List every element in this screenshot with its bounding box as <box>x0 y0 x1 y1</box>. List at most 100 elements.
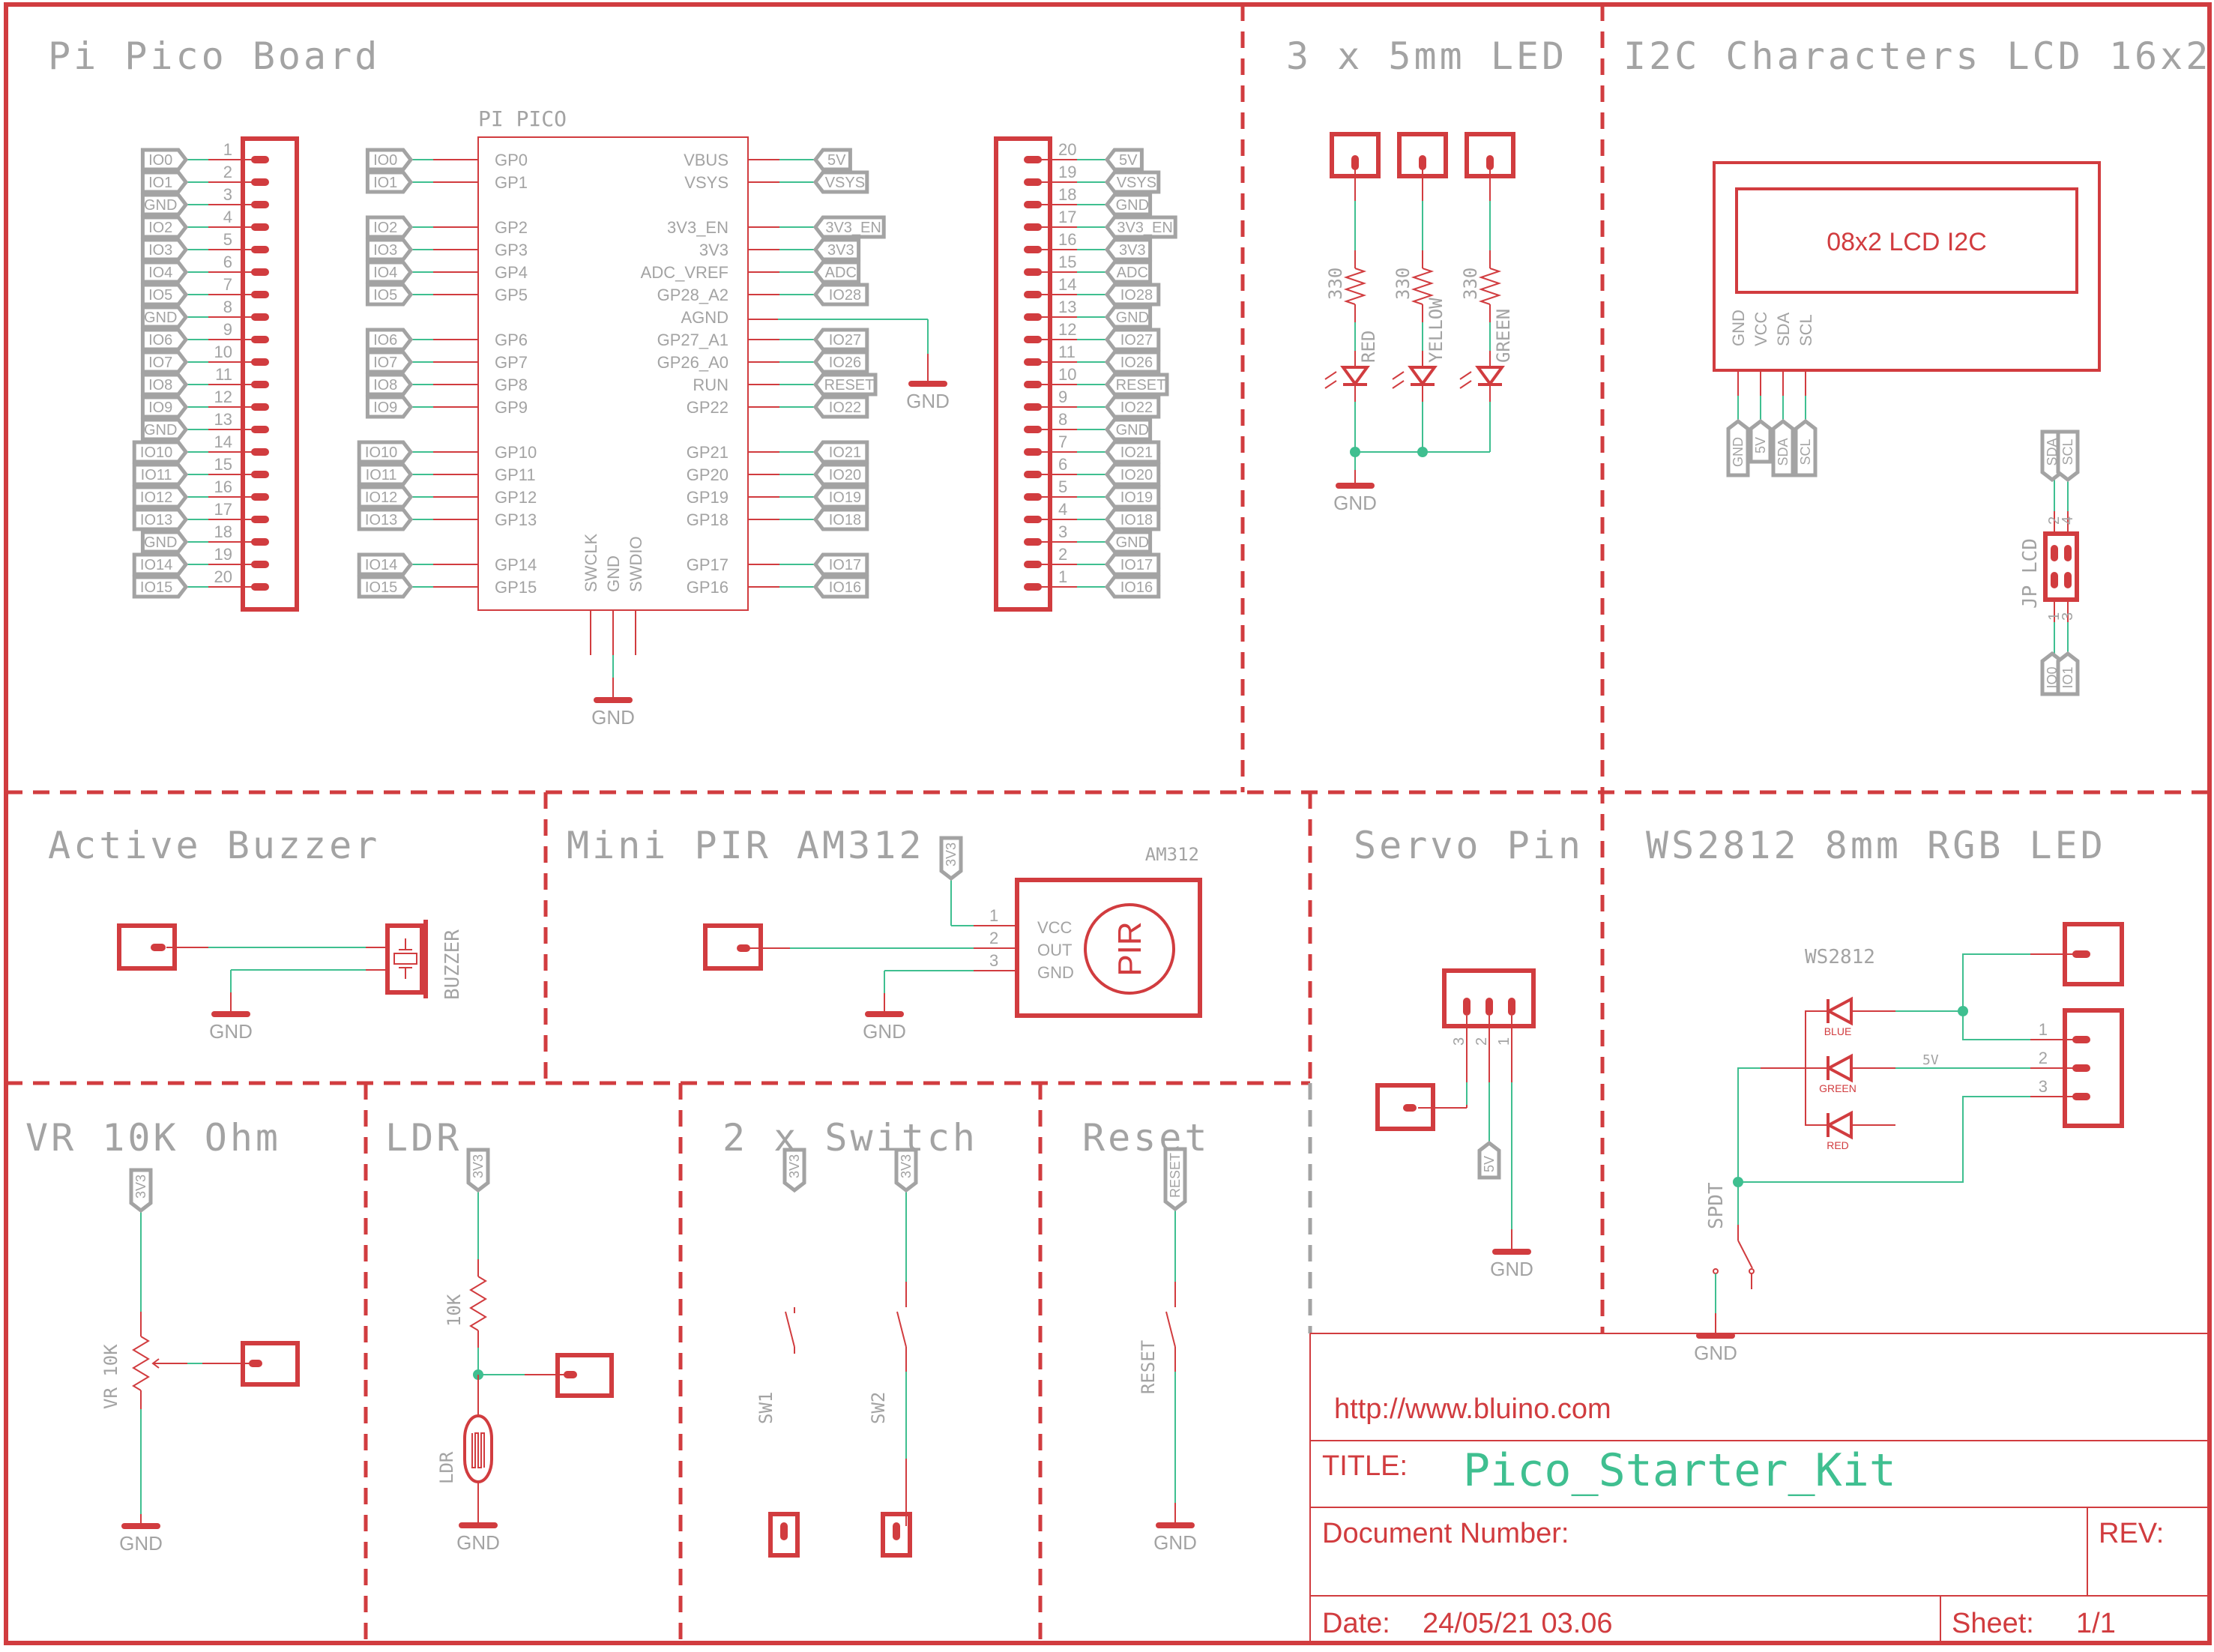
net-flag-label: IO12 <box>365 489 397 506</box>
section-title-buzzer: Active Buzzer <box>48 824 380 867</box>
schematic-sheet: Pi Pico Board 3 x 5mm LED I2C Characters… <box>4 2 2212 1645</box>
net-flag-label: IO17 <box>1120 557 1153 573</box>
net-flag-label: IO8 <box>148 377 172 394</box>
title-block-url[interactable]: http://www.bluino.com <box>1334 1393 1611 1425</box>
net-flag-label: GND <box>1116 197 1149 214</box>
header-pin-number: 15 <box>1058 253 1076 271</box>
net-flag-label: IO22 <box>829 400 861 416</box>
led-section: 330 RED 330 YELLOW 330 GREEN GND <box>1324 132 1515 514</box>
header-pin-number: 8 <box>1058 410 1067 429</box>
title-block-title-label: TITLE: <box>1322 1450 1408 1482</box>
net-flag-label: IO27 <box>829 332 861 349</box>
switch-section <box>768 1190 912 1558</box>
led-color-label: GREEN <box>1493 309 1514 363</box>
title-block-sheet-label: Sheet: <box>1952 1608 2034 1639</box>
reset-switch-label: RESET <box>1138 1340 1159 1394</box>
pir-pin-number: 3 <box>989 951 998 970</box>
header-pin-number: 13 <box>1058 298 1076 316</box>
net-flag-label: 5V <box>1753 437 1768 453</box>
pir-pin-name: GND <box>1037 963 1074 982</box>
net-flag-label: IO1 <box>2060 666 2075 688</box>
led-light-arrow <box>1459 371 1472 380</box>
net-flag-label: IO6 <box>148 332 172 349</box>
net-flag-label: ADC <box>1117 265 1148 281</box>
net-flag-label: IO18 <box>1120 512 1153 528</box>
net-flag-label: IO9 <box>148 400 172 416</box>
net-flag-label: IO21 <box>1120 444 1153 461</box>
jumper-pin-number: 4 <box>2060 516 2076 525</box>
chip-pin-label: GP9 <box>495 398 528 417</box>
ws2812-switch-label: SPDT <box>1705 1182 1728 1229</box>
pir-gnd-label: GND <box>863 1020 906 1043</box>
pir-pin-labels: 1 VCC 2 OUT 3 GND 3V3 <box>939 836 1074 982</box>
chip-pin-label: GP8 <box>495 376 528 394</box>
pir-pin-name: OUT <box>1037 941 1072 959</box>
lcd-pin-label: SDA <box>1774 312 1793 346</box>
net-flag-label: GND <box>144 197 177 214</box>
net-flag-label: 3V3 <box>787 1154 802 1178</box>
ws2812-spdt-junction <box>1733 1177 1743 1187</box>
header-pin-number: 9 <box>223 320 232 339</box>
buzzer-part-label: BUZZER <box>441 929 464 1000</box>
resistor-symbol <box>1478 268 1502 305</box>
section-title-ws2812: WS2812 8mm RGB LED <box>1646 824 2106 867</box>
section-title-leds: 3 x 5mm LED <box>1286 34 1567 78</box>
net-flag-label: 3V3 <box>944 842 959 866</box>
net-flag-label: IO20 <box>829 467 861 483</box>
chip-pin-label: GP22 <box>687 398 729 417</box>
net-flag-label: IO16 <box>1120 579 1153 596</box>
buzzer-section: GND BUZZER <box>117 920 464 1043</box>
chip-pin-label: GP4 <box>495 263 528 282</box>
net-flag-label: SCL <box>1798 438 1813 465</box>
header-pin-number: 12 <box>1058 320 1076 339</box>
header-pin-number: 14 <box>1058 275 1076 294</box>
ws2812-led-label: RED <box>1827 1139 1849 1151</box>
chip-pin-label: GP3 <box>495 241 528 259</box>
pico-chip-name: PI PICO <box>478 106 567 131</box>
net-flag-label: 5V <box>1119 152 1138 169</box>
ws2812-diodes: BLUE GREEN RED <box>1819 996 1856 1151</box>
section-title-switch: 2 x Switch <box>723 1116 978 1160</box>
title-block-date-label: Date: <box>1322 1608 1390 1639</box>
ws2812-pin-number: 2 <box>2039 1049 2048 1067</box>
chip-pin-label: GP18 <box>687 510 729 529</box>
led-light-arrow <box>1392 371 1405 380</box>
header-pin-number: 13 <box>214 410 232 429</box>
section-title-servo: Servo Pin <box>1354 824 1584 867</box>
net-flag-label: IO11 <box>141 467 172 483</box>
pir-pin-number: 2 <box>989 929 998 947</box>
header-pin-number: 7 <box>223 275 232 294</box>
servo-section: GND <box>1375 968 1536 1280</box>
chip-pin-label: VBUS <box>684 151 729 169</box>
net-flag-label: IO1 <box>148 175 172 191</box>
chip-pin-label: GP27_A1 <box>657 331 729 349</box>
vr-part-label: VR 10K <box>100 1344 121 1409</box>
net-flag-label: IO27 <box>1120 332 1153 349</box>
net-flag-label: 3V3_EN <box>1117 220 1173 236</box>
net-flag-label: IO5 <box>373 287 397 304</box>
header-pin-number: 16 <box>1058 230 1076 249</box>
ws2812-junction <box>1958 1006 1968 1016</box>
header-pin-number: 20 <box>1058 140 1076 159</box>
net-flag-label: VSYS <box>825 175 865 191</box>
title-block: http://www.bluino.com TITLE: Pico_Starte… <box>1309 1333 2210 1643</box>
pico-right-header: 205V19VSYS18GND173V3_EN163V315ADC14IO281… <box>994 136 1177 612</box>
net-flag-label: IO15 <box>365 579 397 596</box>
net-flag-label: IO2 <box>148 220 172 236</box>
junction-dot <box>1350 447 1360 457</box>
header-pin-number: 4 <box>223 208 232 226</box>
ldr-section: GND 10K LDR <box>436 1190 614 1554</box>
net-flag-label: IO26 <box>829 355 861 371</box>
header-pin-number: 10 <box>1058 365 1076 384</box>
net-flag-label: IO16 <box>829 579 861 596</box>
net-flag-label: IO4 <box>148 265 172 281</box>
section-title-reset: Reset <box>1082 1116 1210 1160</box>
header-pin-number: 4 <box>1058 500 1067 519</box>
section-title-vr: VR 10K Ohm <box>25 1116 281 1160</box>
chip-bottom-pin-label: GND <box>604 555 623 592</box>
ws2812-gnd-label: GND <box>1694 1342 1737 1364</box>
net-flag-label: 3V3 <box>899 1154 914 1178</box>
chip-pin-label: VSYS <box>684 173 729 192</box>
jumper-lcd <box>2043 531 2079 602</box>
net-flag-label: 3V3 <box>827 242 854 259</box>
